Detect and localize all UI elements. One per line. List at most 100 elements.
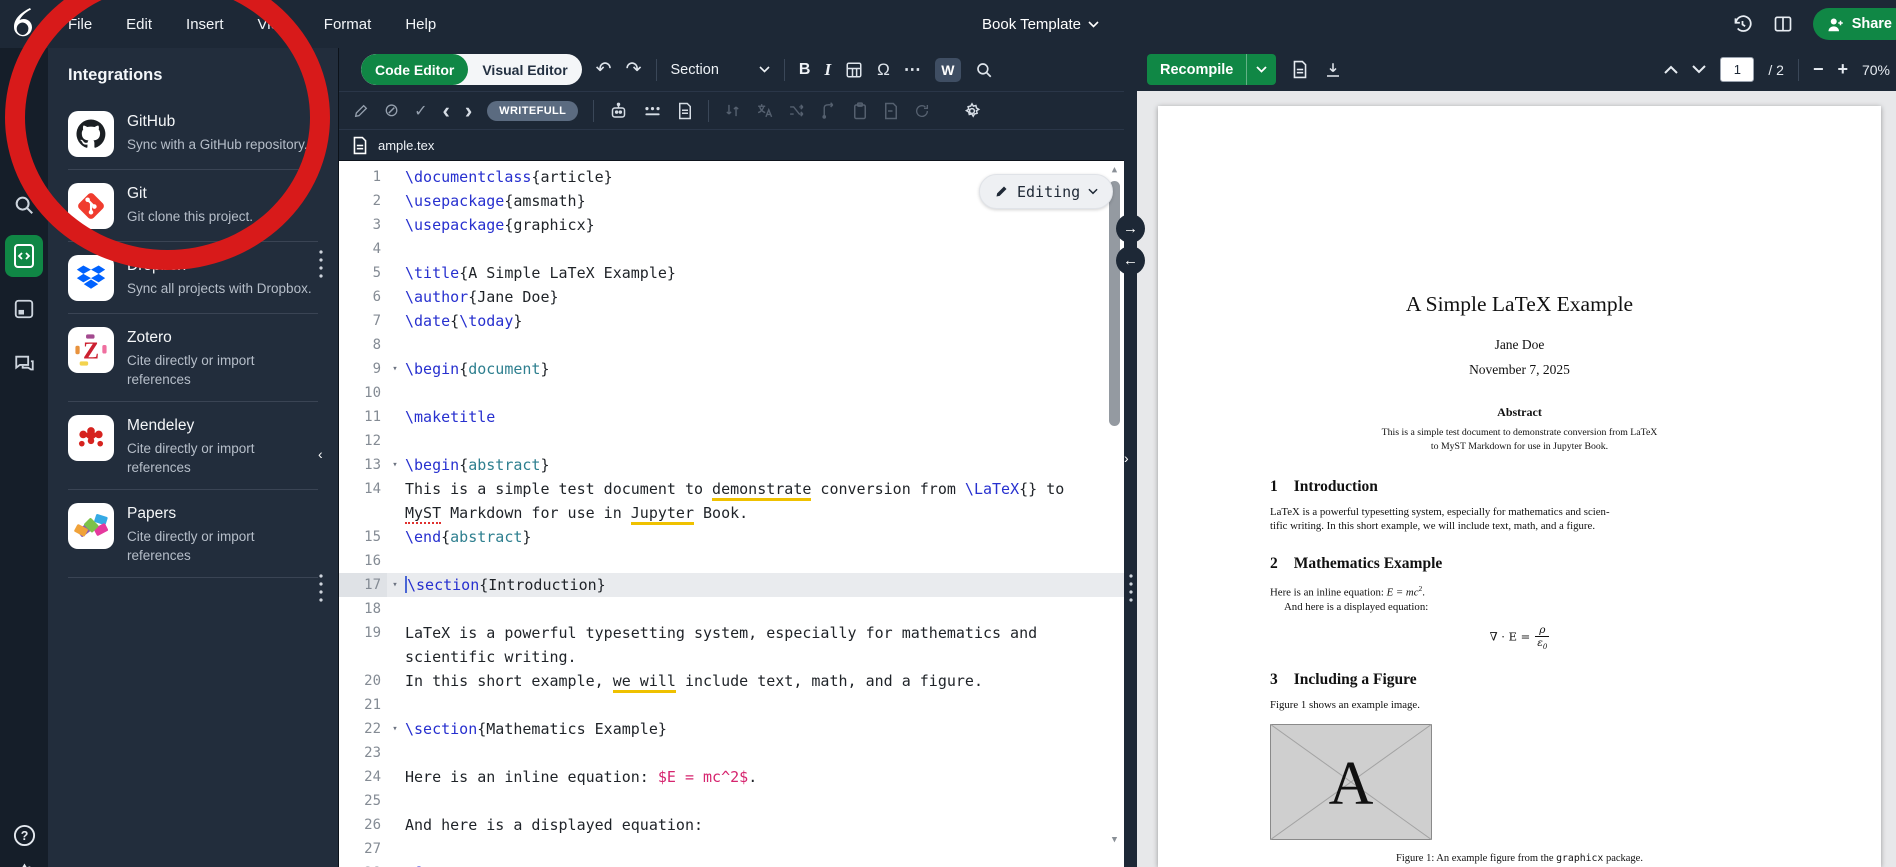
collapse-preview-chevron-icon[interactable]: ›	[1124, 450, 1129, 466]
fold-arrow-icon[interactable]: ▾	[387, 357, 403, 381]
code-editor-pane[interactable]: 1 \documentclass{article} 2 \usepackage{ams…	[339, 161, 1124, 867]
code-line-12[interactable]: 12	[339, 429, 1124, 453]
zoom-in-button[interactable]: +	[1837, 59, 1848, 80]
code-line-22[interactable]: 22 ▾ \section{Mathematics Example}	[339, 717, 1124, 741]
scrollbar-thumb[interactable]	[1109, 181, 1120, 426]
code-line-19[interactable]: 19 LaTeX is a powerful typesetting system…	[339, 621, 1124, 645]
menu-format[interactable]: Format	[324, 16, 372, 33]
bold-button[interactable]: B	[799, 61, 811, 79]
recompile-dropdown-chevron-icon[interactable]	[1247, 66, 1276, 73]
ai-robot-icon[interactable]	[609, 102, 628, 120]
fold-arrow-icon[interactable]: ▾	[387, 573, 403, 597]
document-check-icon[interactable]	[677, 102, 693, 120]
menu-file[interactable]: File	[68, 16, 92, 33]
code-line-15[interactable]: 15 \end{abstract}	[339, 525, 1124, 549]
code-line-4[interactable]: 4	[339, 237, 1124, 261]
code-line-23[interactable]: 23	[339, 741, 1124, 765]
gear-icon[interactable]	[0, 863, 48, 867]
code-line-8[interactable]: 8	[339, 333, 1124, 357]
code-line-28[interactable]: 28 \[	[339, 861, 1124, 867]
italic-button[interactable]: I	[824, 60, 831, 80]
code-line-24[interactable]: 24 Here is an inline equation: $E = mc^2$…	[339, 765, 1124, 789]
page-number-input[interactable]: 1	[1720, 57, 1755, 82]
zoom-out-button[interactable]: −	[1813, 59, 1824, 80]
search-icon[interactable]	[0, 194, 48, 216]
code-line-21[interactable]: 21	[339, 693, 1124, 717]
prev-suggestion-icon[interactable]: ‹	[443, 98, 450, 124]
code-line-6[interactable]: 6 \author{Jane Doe}	[339, 285, 1124, 309]
menu-help[interactable]: Help	[405, 16, 436, 33]
file-tab-sample-tex[interactable]: ample.tex	[378, 138, 434, 153]
insert-symbol-icon[interactable]: Ω	[877, 60, 890, 80]
menu-view[interactable]: View	[258, 16, 290, 33]
scroll-down-icon[interactable]: ▼	[1107, 833, 1122, 847]
menu-insert[interactable]: Insert	[186, 16, 224, 33]
code-line-26[interactable]: 26 And here is a displayed equation:	[339, 813, 1124, 837]
divider-drag-handle[interactable]	[1128, 572, 1134, 604]
code-line-16[interactable]: 16	[339, 549, 1124, 573]
tab-visual-editor[interactable]: Visual Editor	[468, 54, 581, 85]
insert-table-icon[interactable]	[845, 61, 863, 79]
next-suggestion-icon[interactable]: ›	[465, 98, 472, 124]
pencil-icon[interactable]	[353, 103, 369, 119]
share-button[interactable]: Share	[1812, 8, 1896, 40]
integration-item-papers[interactable]: Papers Cite directly or import references	[68, 490, 318, 578]
section-style-dropdown[interactable]: Section	[671, 62, 770, 78]
expand-left-icon[interactable]: ←	[1116, 246, 1145, 275]
zoom-level-label[interactable]: 70%	[1862, 62, 1890, 78]
fold-arrow-icon[interactable]: ▾	[387, 717, 403, 741]
layout-panel-icon[interactable]	[1773, 14, 1793, 34]
code-line-5[interactable]: 5 \title{A Simple LaTeX Example}	[339, 261, 1124, 285]
integration-item-mendeley[interactable]: Mendeley Cite directly or import referenc…	[68, 402, 318, 490]
search-icon[interactable]	[975, 61, 993, 79]
block-icon[interactable]: ⊘	[384, 100, 399, 121]
page-down-chevron-icon[interactable]	[1692, 65, 1707, 74]
accept-check-icon[interactable]: ✓	[414, 101, 427, 121]
code-line-18[interactable]: 18	[339, 597, 1124, 621]
integration-item-github[interactable]: GitHub Sync with a GitHub repository.	[68, 98, 318, 170]
code-line-wrap[interactable]: MyST Markdown for use in Jupyter Book.	[339, 501, 1124, 525]
code-line-13[interactable]: 13 ▾ \begin{abstract}	[339, 453, 1124, 477]
code-line-27[interactable]: 27	[339, 837, 1124, 861]
integration-item-zotero[interactable]: Z Zotero Cite directly or import reference…	[68, 314, 318, 402]
redo-icon[interactable]: ↷	[626, 58, 642, 81]
rail-item-editor-active[interactable]	[5, 235, 43, 277]
code-line-wrap[interactable]: scientific writing.	[339, 645, 1124, 669]
project-title-dropdown[interactable]: Book Template	[982, 0, 1099, 48]
code-line-9[interactable]: 9 ▾ \begin{document}	[339, 357, 1124, 381]
history-icon[interactable]	[1732, 14, 1753, 35]
panel-drag-handle[interactable]	[318, 572, 324, 604]
more-options-icon[interactable]: ⋯	[904, 60, 921, 80]
writefull-w-icon[interactable]: W	[934, 57, 961, 82]
page-up-chevron-icon[interactable]	[1664, 65, 1679, 74]
code-line-3[interactable]: 3 \usepackage{graphicx}	[339, 213, 1124, 237]
writefull-settings-gear-icon[interactable]	[963, 101, 981, 120]
editing-mode-dropdown[interactable]: Editing	[979, 174, 1114, 209]
tab-code-editor[interactable]: Code Editor	[361, 54, 469, 85]
code-line-11[interactable]: 11 \maketitle	[339, 405, 1124, 429]
code-line-20[interactable]: 20 In this short example, we will include…	[339, 669, 1124, 693]
scroll-up-icon[interactable]: ▲	[1107, 163, 1122, 177]
code-line-17[interactable]: 17 ▾ \section{Introduction}	[339, 573, 1124, 597]
suggestions-dots-icon[interactable]	[643, 103, 662, 119]
code-line-14[interactable]: 14 This is a simple test document to demo…	[339, 477, 1124, 501]
image-icon[interactable]	[0, 298, 48, 320]
overleaf-logo-icon[interactable]	[0, 7, 46, 41]
download-pdf-icon[interactable]	[1324, 61, 1342, 79]
menu-edit[interactable]: Edit	[126, 16, 152, 33]
integration-item-git[interactable]: Git Git clone this project.	[68, 170, 318, 242]
integration-item-dropbox[interactable]: Dropbox Sync all projects with Dropbox.	[68, 242, 318, 314]
code-line-7[interactable]: 7 \date{\today}	[339, 309, 1124, 333]
collapse-panel-chevron-icon[interactable]: ‹	[318, 446, 323, 462]
code-line-25[interactable]: 25	[339, 789, 1124, 813]
chat-icon[interactable]	[0, 353, 48, 375]
close-icon[interactable]: ×	[308, 67, 318, 84]
undo-icon[interactable]: ↶	[596, 58, 612, 81]
help-icon[interactable]: ?	[0, 824, 48, 847]
code-line-10[interactable]: 10	[339, 381, 1124, 405]
fold-arrow-icon[interactable]: ▾	[387, 453, 403, 477]
recompile-button[interactable]: Recompile	[1147, 54, 1277, 85]
panel-drag-handle[interactable]	[318, 248, 324, 280]
expand-right-icon[interactable]: →	[1116, 214, 1145, 243]
view-logs-icon[interactable]	[1292, 60, 1308, 79]
